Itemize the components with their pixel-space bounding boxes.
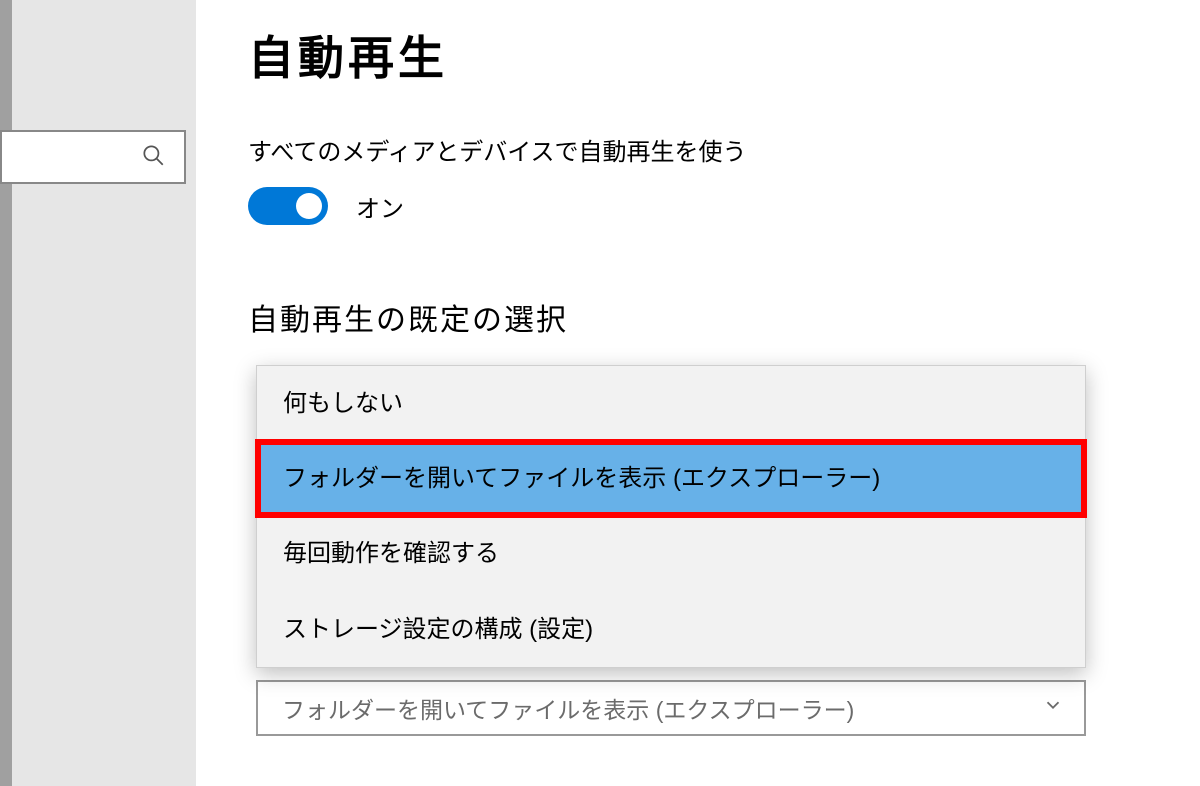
dropdown-option-ask-every-time[interactable]: 毎回動作を確認する <box>257 516 1085 591</box>
autoplay-toggle-row: オン <box>248 187 1200 225</box>
chevron-down-icon <box>1042 694 1064 722</box>
defaults-section-title: 自動再生の既定の選択 <box>248 295 1200 339</box>
sidebar <box>0 0 196 786</box>
dropdown-option-none[interactable]: 何もしない <box>257 366 1085 441</box>
dropdown-option-open-folder[interactable]: フォルダーを開いてファイルを表示 (エクスプローラー) <box>257 441 1085 516</box>
window-edge <box>0 0 12 786</box>
toggle-knob <box>296 193 322 219</box>
page-title: 自動再生 <box>248 22 1200 88</box>
autoplay-default-dropdown: 何もしない フォルダーを開いてファイルを表示 (エクスプローラー) 毎回動作を確… <box>256 365 1200 668</box>
autoplay-toggle-label: すべてのメディアとデバイスで自動再生を使う <box>248 132 1200 167</box>
main-content: 自動再生 すべてのメディアとデバイスで自動再生を使う オン 自動再生の既定の選択… <box>248 22 1200 668</box>
autoplay-default-select[interactable]: フォルダーを開いてファイルを表示 (エクスプローラー) <box>256 680 1086 736</box>
dropdown-option-storage-settings[interactable]: ストレージ設定の構成 (設定) <box>257 592 1085 667</box>
autoplay-toggle[interactable] <box>248 187 328 225</box>
select-display-value: フォルダーを開いてファイルを表示 (エクスプローラー) <box>282 691 854 725</box>
search-icon <box>140 142 166 173</box>
dropdown-list: 何もしない フォルダーを開いてファイルを表示 (エクスプローラー) 毎回動作を確… <box>256 365 1086 668</box>
autoplay-toggle-state: オン <box>356 189 404 224</box>
search-input[interactable] <box>0 130 186 184</box>
